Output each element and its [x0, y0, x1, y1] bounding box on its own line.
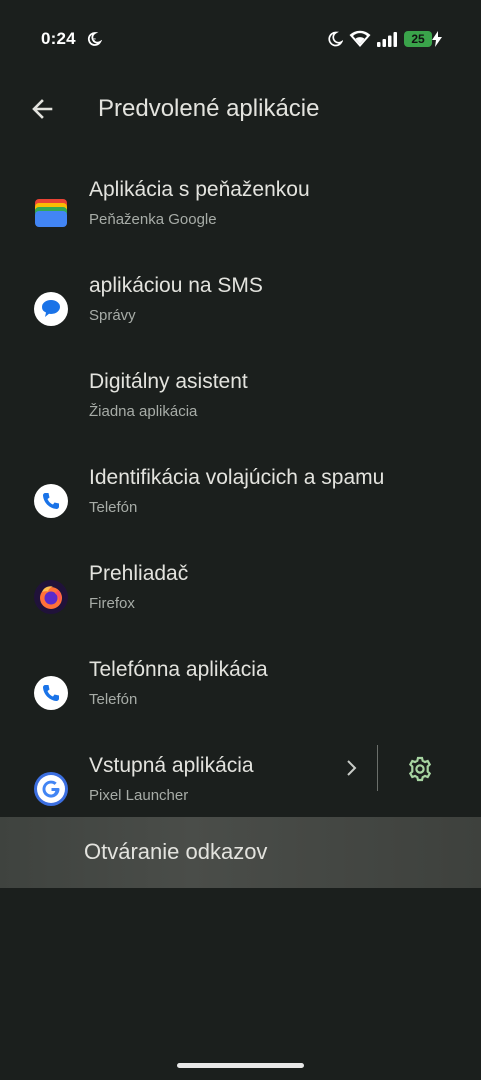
google-wallet-icon: [35, 199, 67, 227]
list-item-caller-id[interactable]: Identifikácia volajúcich a spamu Telefón: [0, 453, 481, 549]
bedtime-icon: z: [87, 32, 102, 46]
google-phone-icon: [34, 484, 68, 518]
gear-icon[interactable]: [403, 752, 437, 786]
firefox-icon: [34, 580, 68, 614]
open-links-item[interactable]: Otváranie odkazov: [0, 817, 481, 888]
item-subtitle: Peňaženka Google: [89, 211, 217, 228]
gesture-nav-handle[interactable]: [177, 1063, 304, 1068]
item-title: Prehliadač: [89, 562, 189, 585]
item-title: Vstupná aplikácia: [89, 754, 254, 777]
list-item-phone[interactable]: Telefónna aplikácia Telefón: [0, 645, 481, 741]
status-bar: 0:24 z 25: [0, 0, 481, 80]
open-links-label: Otváranie odkazov: [84, 839, 268, 864]
google-messages-icon: [34, 292, 68, 326]
item-subtitle: Žiadna aplikácia: [89, 403, 198, 420]
charging-icon: [432, 31, 442, 47]
google-phone-icon: [34, 676, 68, 710]
item-title: Digitálny asistent: [89, 370, 248, 393]
dnd-moon-icon: [328, 31, 343, 47]
signal-icon: [377, 32, 397, 47]
wifi-icon: [349, 30, 371, 47]
item-subtitle: Telefón: [89, 691, 138, 708]
item-title: Identifikácia volajúcich a spamu: [89, 466, 385, 489]
list-item-browser[interactable]: Prehliadač Firefox: [0, 549, 481, 645]
item-title: Aplikácia s peňaženkou: [89, 178, 310, 201]
item-title: aplikáciou na SMS: [89, 274, 263, 297]
battery-level: 25: [411, 32, 425, 46]
item-subtitle: Pixel Launcher: [89, 787, 189, 804]
chevron-right-icon: [347, 760, 357, 776]
vertical-divider: [377, 745, 378, 791]
page-title: Predvolené aplikácie: [98, 95, 320, 122]
item-subtitle: Telefón: [89, 499, 138, 516]
item-subtitle: Správy: [89, 307, 136, 324]
item-subtitle: Firefox: [89, 595, 135, 612]
google-g-icon: [34, 772, 68, 806]
svg-text:z: z: [93, 38, 96, 44]
list-item-wallet[interactable]: Aplikácia s peňaženkou Peňaženka Google: [0, 165, 481, 261]
item-title: Telefónna aplikácia: [89, 658, 268, 681]
arrow-back-icon[interactable]: [28, 94, 56, 124]
list-item-assistant[interactable]: Digitálny asistent Žiadna aplikácia: [0, 357, 481, 453]
status-time: 0:24: [41, 29, 76, 48]
list-item-sms[interactable]: aplikáciou na SMS Správy: [0, 261, 481, 357]
